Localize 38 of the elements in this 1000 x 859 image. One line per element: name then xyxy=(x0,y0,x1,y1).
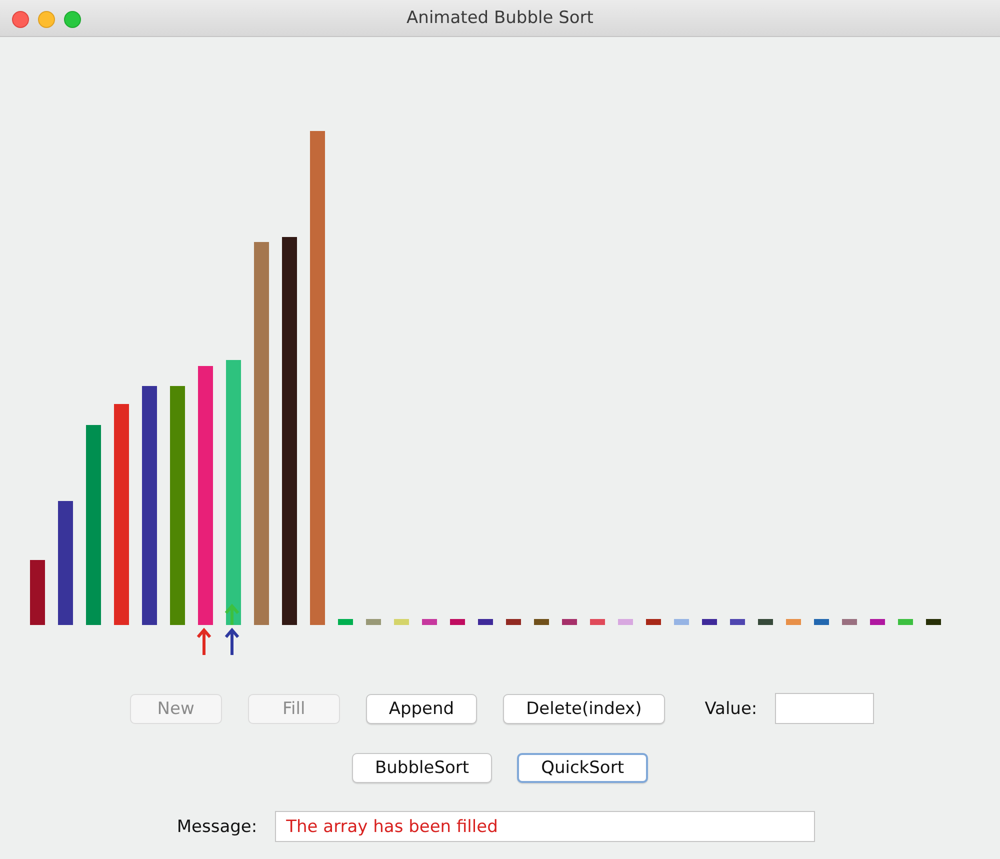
up-arrow-icon xyxy=(224,604,240,626)
bar xyxy=(478,619,493,625)
message-field[interactable]: The array has been filled xyxy=(275,811,816,842)
bar xyxy=(702,619,717,625)
bar xyxy=(898,619,913,625)
bar xyxy=(366,619,381,625)
bar xyxy=(786,619,801,625)
bar xyxy=(562,619,577,625)
up-arrow-icon xyxy=(224,628,240,656)
message-label: Message: xyxy=(176,816,258,836)
minimize-icon[interactable] xyxy=(38,11,55,28)
bar xyxy=(758,619,773,625)
bar xyxy=(422,619,437,625)
action-button[interactable]: Delete(index) xyxy=(503,694,665,724)
bar xyxy=(534,619,549,625)
bar xyxy=(646,619,661,625)
up-arrow-icon xyxy=(196,628,212,656)
bar xyxy=(506,619,521,625)
bar xyxy=(842,619,857,625)
bar xyxy=(926,619,941,625)
sort-button[interactable]: QuickSort xyxy=(517,753,648,783)
bar xyxy=(30,560,45,625)
bar xyxy=(394,619,409,625)
sort-button[interactable]: BubbleSort xyxy=(352,753,492,783)
bar xyxy=(674,619,689,625)
value-label: Value: xyxy=(704,698,758,718)
value-input-field[interactable] xyxy=(775,693,874,724)
bar xyxy=(590,619,605,625)
maximize-icon[interactable] xyxy=(64,11,81,28)
bar xyxy=(338,619,353,625)
bar xyxy=(870,619,885,625)
bar xyxy=(618,619,633,625)
window-title: Animated Bubble Sort xyxy=(406,8,594,28)
bar xyxy=(730,619,745,625)
close-icon[interactable] xyxy=(12,11,29,28)
action-button[interactable]: Append xyxy=(366,694,478,724)
bar xyxy=(450,619,465,625)
bar xyxy=(814,619,829,625)
